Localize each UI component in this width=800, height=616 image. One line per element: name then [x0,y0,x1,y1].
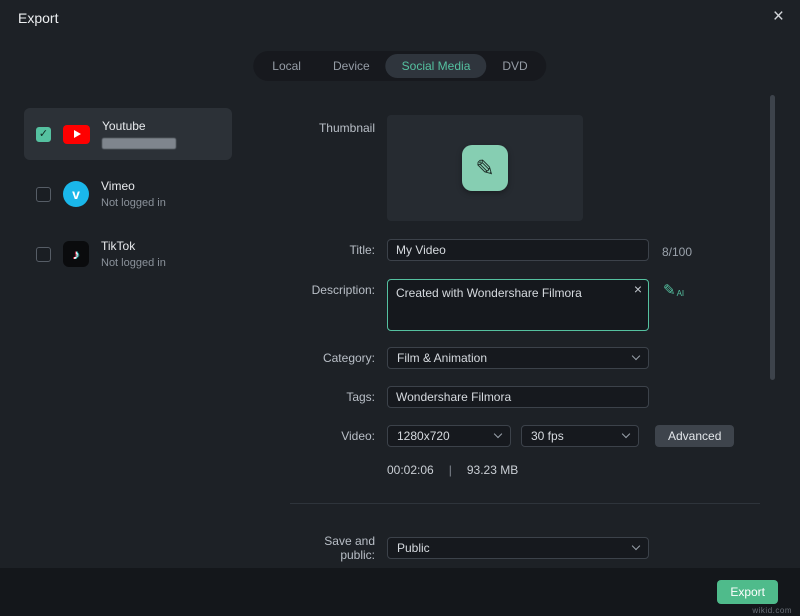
thumbnail-preview[interactable]: ✎ [387,115,583,221]
platform-name: Vimeo [101,179,166,193]
thumbnail-label: Thumbnail [290,115,375,135]
category-value: Film & Animation [397,351,487,365]
dialog-title: Export [18,10,58,26]
platform-row-tiktok[interactable]: ✓ ♪ TikTok Not logged in [24,228,232,280]
tags-label: Tags: [290,390,375,404]
export-button[interactable]: Export [717,580,778,604]
youtube-icon [63,125,90,144]
description-label: Description: [290,279,375,297]
video-info: 00:02:06 | 93.23 MB [387,463,518,477]
export-target-tabs: Local Device Social Media DVD [253,51,546,81]
dialog-footer: Export wikid.com [0,568,800,616]
platform-status: Not logged in [101,197,166,209]
ai-label: AI [677,289,685,298]
pencil-icon: ✎ [663,281,676,299]
chevron-down-icon [622,430,630,438]
privacy-value: Public [397,541,430,555]
close-icon[interactable]: × [773,7,784,26]
tab-dvd[interactable]: DVD [486,54,543,78]
platform-row-youtube[interactable]: ✓ Youtube [24,108,232,160]
youtube-account-redacted [102,138,176,149]
tab-local[interactable]: Local [256,54,317,78]
tab-social-media[interactable]: Social Media [386,54,487,78]
category-select[interactable]: Film & Animation [387,347,649,369]
duration-value: 00:02:06 [387,463,434,477]
resolution-value: 1280x720 [397,429,450,443]
filesize-value: 93.23 MB [467,463,518,477]
chevron-down-icon [494,430,502,438]
info-separator: | [449,463,452,477]
privacy-select[interactable]: Public [387,537,649,559]
platform-row-vimeo[interactable]: ✓ v Vimeo Not logged in [24,168,232,220]
clear-description-icon[interactable]: × [634,282,642,296]
video-label: Video: [290,429,375,443]
platform-status: Not logged in [101,257,166,269]
vimeo-icon: v [63,181,89,207]
category-label: Category: [290,351,375,365]
platform-list: ✓ Youtube ✓ v Vimeo Not logged in ✓ ♪ [24,108,232,288]
export-form: Thumbnail ✎ Title: 8/100 Description: Cr… [290,115,760,562]
chevron-down-icon [632,542,640,550]
title-label: Title: [290,243,375,257]
title-input[interactable] [387,239,649,261]
tiktok-checkbox[interactable]: ✓ [36,247,51,262]
ai-write-button[interactable]: ✎AI [663,279,684,299]
platform-name: TikTok [101,239,166,253]
framerate-value: 30 fps [531,429,564,443]
framerate-select[interactable]: 30 fps [521,425,639,447]
resolution-select[interactable]: 1280x720 [387,425,511,447]
tab-device[interactable]: Device [317,54,386,78]
tags-input[interactable] [387,386,649,408]
save-and-public-label: Save and public: [290,534,375,562]
vertical-scrollbar[interactable] [770,95,775,380]
youtube-checkbox[interactable]: ✓ [36,127,51,142]
vimeo-checkbox[interactable]: ✓ [36,187,51,202]
title-char-counter: 8/100 [662,242,692,259]
section-divider [290,503,760,504]
chevron-down-icon [632,352,640,360]
export-dialog: Export × Local Device Social Media DVD ✓… [0,0,800,616]
description-input[interactable]: Created with Wondershare Filmora [387,279,649,331]
platform-name: Youtube [102,119,176,133]
check-icon: ✓ [39,129,48,140]
watermark-text: wikid.com [752,606,792,615]
edit-thumbnail-icon: ✎ [462,145,508,191]
tiktok-icon: ♪ [63,241,89,267]
advanced-button[interactable]: Advanced [655,425,734,447]
